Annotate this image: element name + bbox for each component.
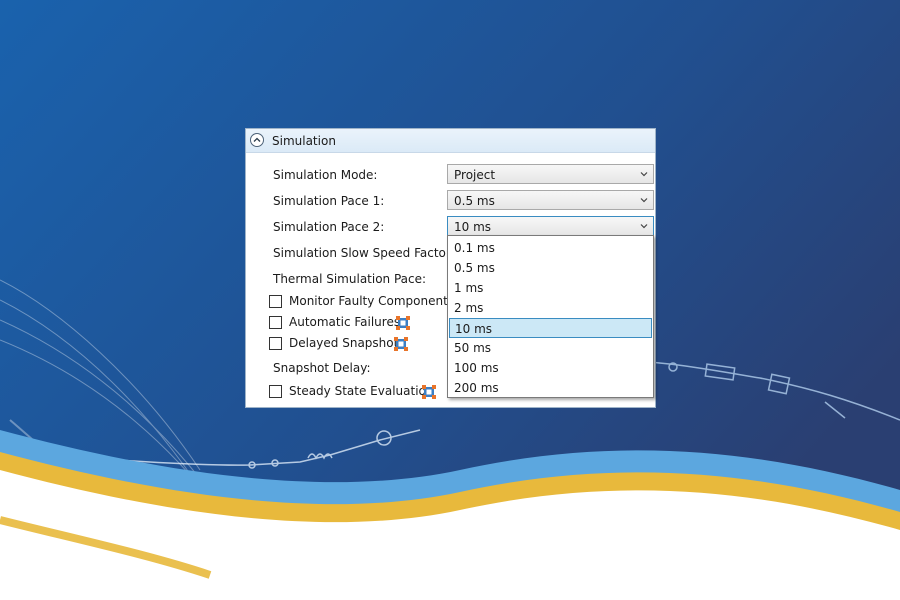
- simulation-mode-value: Project: [454, 168, 496, 182]
- chevron-down-icon: [640, 172, 648, 177]
- option-label: 10 ms: [455, 322, 493, 336]
- chevron-up-icon[interactable]: [250, 133, 264, 147]
- simulation-mode-label: Simulation Mode:: [273, 168, 378, 182]
- option-label: 0.1 ms: [454, 241, 495, 255]
- option-label: 0.5 ms: [454, 261, 495, 275]
- simulation-pace-2-label: Simulation Pace 2:: [273, 220, 385, 234]
- simulation-pace-2-value: 10 ms: [454, 220, 492, 234]
- simulation-pace-1-select[interactable]: 0.5 ms: [447, 190, 654, 210]
- option-label: 200 ms: [454, 381, 499, 395]
- option-label: 100 ms: [454, 361, 499, 375]
- slow-speed-factor-label: Simulation Slow Speed Factor:: [273, 246, 455, 260]
- option-label: 1 ms: [454, 281, 484, 295]
- failure-config-icon[interactable]: [393, 336, 409, 352]
- delayed-snapshot-label: Delayed Snapshot: [289, 336, 399, 350]
- thermal-simulation-pace-label: Thermal Simulation Pace:: [273, 272, 427, 286]
- dropdown-option[interactable]: 200 ms: [449, 378, 652, 398]
- panel-header[interactable]: Simulation: [246, 129, 655, 153]
- automatic-failures-label: Automatic Failures: [289, 315, 401, 329]
- failure-config-icon[interactable]: [395, 315, 411, 331]
- option-label: 2 ms: [454, 301, 484, 315]
- checkbox-box[interactable]: [269, 337, 282, 350]
- pace-2-dropdown-list[interactable]: 0.1 ms 0.5 ms 1 ms 2 ms 10 ms 50 ms 100 …: [447, 235, 654, 398]
- dropdown-option[interactable]: 0.1 ms: [449, 238, 652, 258]
- dropdown-option[interactable]: 100 ms: [449, 358, 652, 378]
- option-label: 50 ms: [454, 341, 492, 355]
- snapshot-delay-label: Snapshot Delay:: [273, 361, 371, 375]
- simulation-mode-select[interactable]: Project: [447, 164, 654, 184]
- panel-title: Simulation: [272, 134, 336, 148]
- simulation-pace-1-value: 0.5 ms: [454, 194, 495, 208]
- steady-state-evaluation-label: Steady State Evaluation: [289, 384, 434, 398]
- failure-config-icon[interactable]: [421, 384, 437, 400]
- chevron-down-icon: [640, 198, 648, 203]
- dropdown-option[interactable]: 50 ms: [449, 338, 652, 358]
- dropdown-option[interactable]: 2 ms: [449, 298, 652, 318]
- simulation-pace-1-label: Simulation Pace 1:: [273, 194, 385, 208]
- checkbox-box[interactable]: [269, 385, 282, 398]
- dropdown-option-selected[interactable]: 10 ms: [449, 318, 652, 338]
- dropdown-option[interactable]: 0.5 ms: [449, 258, 652, 278]
- monitor-faulty-components-label: Monitor Faulty Components: [289, 294, 455, 308]
- checkbox-box[interactable]: [269, 316, 282, 329]
- chevron-down-icon: [640, 224, 648, 229]
- checkbox-box[interactable]: [269, 295, 282, 308]
- dropdown-option[interactable]: 1 ms: [449, 278, 652, 298]
- simulation-pace-2-select[interactable]: 10 ms: [447, 216, 654, 236]
